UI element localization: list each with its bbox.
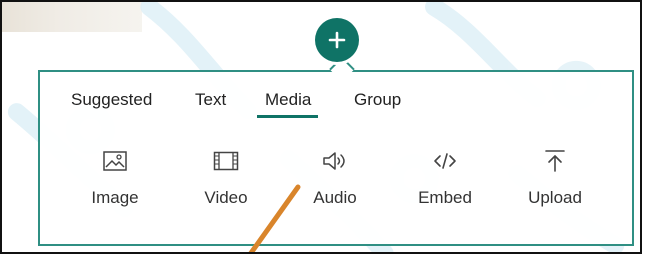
image-label: Image bbox=[91, 188, 139, 207]
audio-option[interactable]: Audio bbox=[285, 147, 385, 208]
embed-label: Embed bbox=[418, 188, 472, 207]
plus-icon bbox=[328, 31, 346, 49]
media-options: Image Video Audio Embed Upload bbox=[62, 147, 622, 217]
image-option[interactable]: Image bbox=[65, 147, 165, 208]
audio-label: Audio bbox=[313, 188, 357, 207]
upload-icon bbox=[505, 147, 605, 175]
background-image-strip bbox=[2, 2, 142, 32]
speaker-icon bbox=[285, 147, 385, 175]
add-section-button[interactable] bbox=[315, 18, 359, 62]
upload-label: Upload bbox=[528, 188, 582, 207]
code-icon bbox=[395, 147, 495, 175]
image-icon bbox=[65, 147, 165, 175]
tab-text[interactable]: Text bbox=[195, 89, 226, 111]
tab-media[interactable]: Media bbox=[265, 89, 311, 111]
tab-suggested[interactable]: Suggested bbox=[71, 89, 152, 111]
video-option[interactable]: Video bbox=[176, 147, 276, 208]
embed-option[interactable]: Embed bbox=[395, 147, 495, 208]
tab-selected-indicator bbox=[257, 115, 318, 118]
upload-option[interactable]: Upload bbox=[505, 147, 605, 208]
tab-group[interactable]: Group bbox=[354, 89, 401, 111]
video-label: Video bbox=[204, 188, 248, 207]
screenshot-frame: Suggested Text Media Group Image Video A… bbox=[0, 0, 642, 254]
film-icon bbox=[176, 147, 276, 175]
